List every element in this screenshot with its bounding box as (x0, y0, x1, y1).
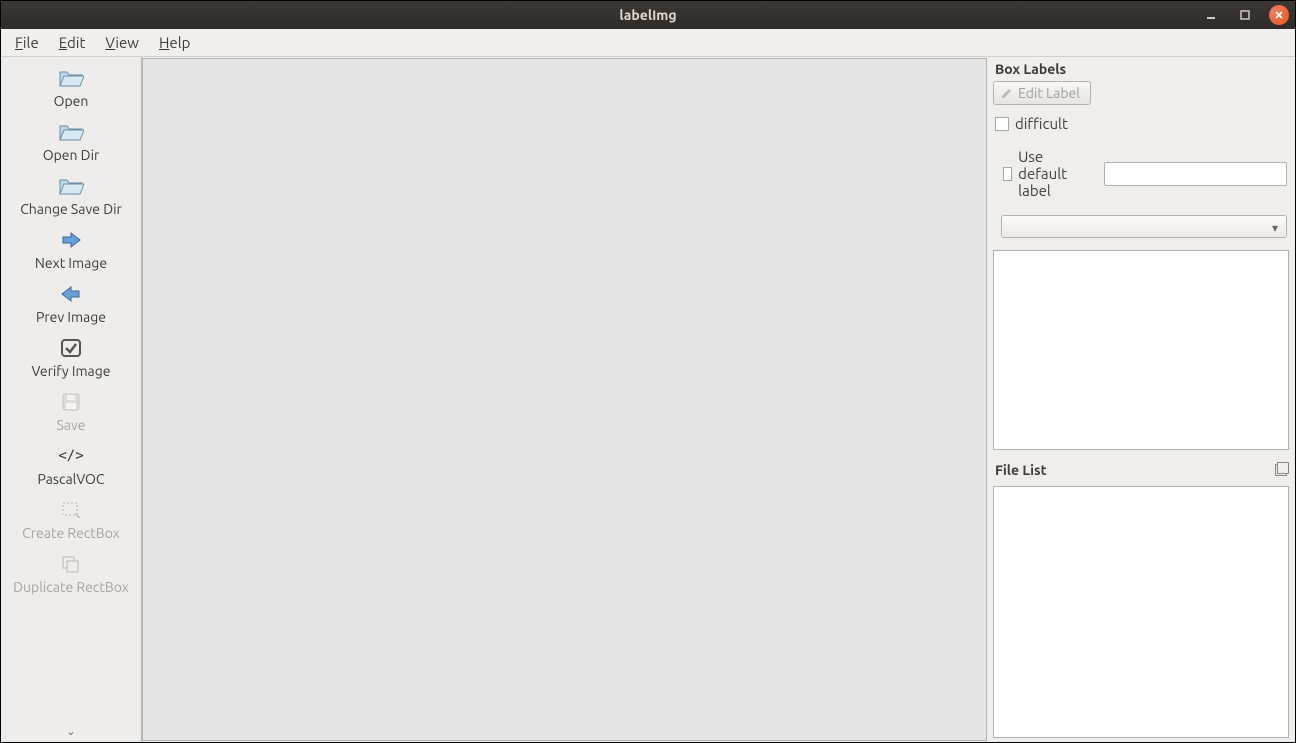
titlebar: labelImg (1, 1, 1295, 29)
maximize-button[interactable] (1235, 5, 1255, 25)
right-panel: Box Labels Edit Label difficult Use defa… (987, 57, 1295, 742)
next-image-label: Next Image (35, 255, 107, 271)
code-icon: </> (58, 443, 83, 469)
menubar: File Edit View Help (1, 29, 1295, 57)
minimize-icon (1205, 9, 1217, 21)
menu-edit[interactable]: Edit (51, 31, 94, 54)
open-dir-button[interactable]: Open Dir (1, 115, 141, 169)
copy-icon (60, 551, 82, 577)
create-rectbox-button: Create RectBox (1, 493, 141, 547)
difficult-checkbox[interactable] (995, 117, 1009, 131)
box-labels-panel: Box Labels Edit Label difficult Use defa… (991, 57, 1291, 454)
change-save-dir-label: Change Save Dir (20, 201, 122, 217)
menu-file[interactable]: File (7, 31, 47, 54)
rect-icon (60, 497, 82, 523)
file-list-panel: File List (991, 454, 1291, 742)
duplicate-rectbox-button: Duplicate RectBox (1, 547, 141, 601)
file-list[interactable] (993, 486, 1289, 738)
chevron-down-icon: ⌄ (66, 726, 75, 738)
verify-image-button[interactable]: Verify Image (1, 331, 141, 385)
open-dir-label: Open Dir (43, 147, 100, 163)
format-label: PascalVOC (37, 471, 104, 487)
file-list-header: File List (991, 458, 1291, 480)
box-labels-list[interactable] (993, 250, 1289, 450)
folder-icon (58, 65, 84, 91)
difficult-checkbox-row[interactable]: difficult (991, 111, 1291, 136)
edit-label-text: Edit Label (1018, 85, 1080, 101)
edit-label-button: Edit Label (993, 81, 1091, 105)
next-image-button[interactable]: Next Image (1, 223, 141, 277)
save-label: Save (56, 417, 85, 433)
file-list-title: File List (995, 462, 1047, 478)
arrow-left-icon (59, 281, 83, 307)
open-label: Open (54, 93, 89, 109)
edit-icon (1000, 86, 1014, 100)
close-button[interactable] (1269, 5, 1289, 25)
prev-image-button[interactable]: Prev Image (1, 277, 141, 331)
format-toggle-button[interactable]: </> PascalVOC (1, 439, 141, 493)
image-canvas[interactable] (142, 58, 987, 741)
arrow-right-icon (59, 227, 83, 253)
toolbar: Open Open Dir Change Save Dir Next Image… (1, 57, 142, 742)
check-icon (60, 335, 82, 361)
create-rectbox-label: Create RectBox (22, 525, 120, 541)
save-button: Save (1, 385, 141, 439)
menu-help[interactable]: Help (151, 31, 198, 54)
label-combobox[interactable] (1001, 215, 1287, 238)
close-icon (1274, 10, 1284, 20)
minimize-button[interactable] (1201, 5, 1221, 25)
prev-image-label: Prev Image (36, 309, 106, 325)
maximize-icon (1239, 9, 1251, 21)
toolbar-expand-button[interactable]: ⌄ (1, 721, 141, 742)
duplicate-rectbox-label: Duplicate RectBox (13, 579, 129, 595)
use-default-label-checkbox[interactable] (1003, 167, 1012, 181)
menu-view[interactable]: View (97, 31, 147, 54)
difficult-label: difficult (1015, 115, 1068, 132)
default-label-input[interactable] (1104, 162, 1287, 186)
app-window: labelImg File Edit View Help Open (0, 0, 1296, 743)
folder-icon (58, 119, 84, 145)
undock-icon[interactable] (1275, 464, 1287, 476)
verify-image-label: Verify Image (31, 363, 110, 379)
window-title: labelImg (619, 7, 676, 23)
box-labels-title: Box Labels (991, 57, 1291, 81)
use-default-label-row: Use default label (991, 144, 1291, 203)
open-button[interactable]: Open (1, 61, 141, 115)
window-controls (1201, 5, 1289, 25)
floppy-icon (61, 389, 81, 415)
use-default-label-text: Use default label (1018, 148, 1086, 199)
folder-icon (58, 173, 84, 199)
body: Open Open Dir Change Save Dir Next Image… (1, 57, 1295, 742)
change-save-dir-button[interactable]: Change Save Dir (1, 169, 141, 223)
